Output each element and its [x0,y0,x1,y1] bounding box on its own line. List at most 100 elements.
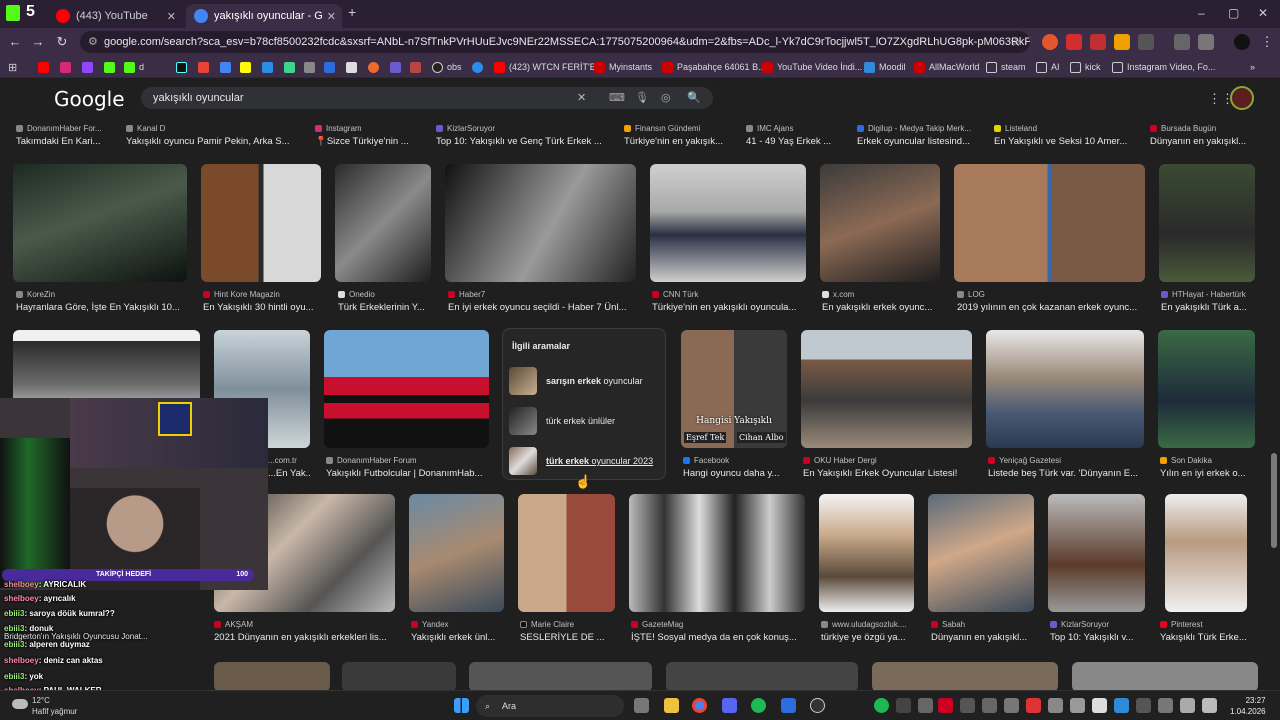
bookmark-folder-kick[interactable]: kick [1070,59,1101,75]
result-image[interactable] [409,494,504,612]
result-image[interactable] [1159,164,1255,282]
snapchat-bookmark-icon[interactable] [240,59,255,75]
result-title[interactable]: türkiye ye özgü ya... [821,632,915,643]
result-image[interactable] [928,494,1034,612]
tab-youtube[interactable]: (443) YouTube ✕ [48,4,182,28]
tray-icon[interactable] [1114,698,1129,713]
result-image[interactable] [872,662,1058,690]
tray-icon[interactable] [874,698,889,713]
result-title[interactable]: Dünyanın en yakışıkl... [931,632,1037,643]
weather-widget[interactable]: 12°C Hafif yağmur [32,695,77,717]
result-image[interactable] [469,662,652,690]
page-scrollbar[interactable] [1268,78,1280,690]
five-app-icon[interactable]: 5 [26,3,35,21]
youtube-bookmark-icon[interactable] [38,59,53,75]
minimize-button[interactable]: – [1198,6,1205,20]
bookmark-icon[interactable] [304,59,319,75]
result-title[interactable]: Top 10: Yakışıklı ve Genç Türk Erkek ... [436,136,612,147]
result-image[interactable] [650,164,806,282]
maximize-button[interactable]: ▢ [1228,6,1239,20]
result-title[interactable]: En yakışıklı erkek oyunc... [822,302,942,313]
result-image[interactable] [335,164,431,282]
keyboard-icon[interactable]: ⌨ [609,87,625,109]
bookmark-icon[interactable] [324,59,339,75]
volume-icon[interactable] [1202,698,1217,713]
bookmark-icon[interactable] [390,59,405,75]
taskbar-search[interactable]: ⌕ Ara [476,695,624,717]
related-search-item[interactable]: sarışın erkek oyuncular [509,365,661,399]
bookmark-folder-ai[interactable]: AI [1036,59,1060,75]
search-input[interactable]: yakışıklı oyuncular ✕ ⌨ 🎙 ◎ 🔍 [141,87,713,109]
result-title[interactable]: SESLERİYLE DE ... [520,632,616,643]
extension-icon[interactable] [1114,34,1130,50]
result-image[interactable] [820,164,940,282]
result-title[interactable]: En yakışıklı Türk a... [1161,302,1257,313]
tray-icon[interactable] [896,698,911,713]
bookmark-star-icon[interactable]: ☆ [1007,33,1025,51]
result-title[interactable]: 📍Sizce Türkiye'nin ... [315,136,427,147]
result-image[interactable] [518,494,615,612]
close-window-button[interactable]: ✕ [1258,6,1268,20]
result-image[interactable] [13,164,187,282]
profile-icon[interactable] [1234,34,1250,50]
discord-icon[interactable] [722,698,737,713]
windows-start-icon[interactable] [454,698,469,713]
bookmark-youtube-downloader[interactable]: YouTube Video İndi... [762,59,862,75]
bookmark-d[interactable]: d [124,59,144,75]
close-tab-icon[interactable]: ✕ [327,10,336,23]
result-image[interactable] [324,330,489,448]
cloud-bookmark-icon[interactable] [262,59,277,75]
account-avatar[interactable] [1230,86,1254,110]
scrollbar-thumb[interactable] [1271,453,1277,548]
network-icon[interactable] [1180,698,1195,713]
app-icon[interactable] [781,698,796,713]
tray-icon[interactable] [1158,698,1173,713]
result-title[interactable]: Dünyanın en yakışıkl... [1150,136,1260,147]
result-title[interactable]: 2019 yılının en çok kazanan erkek oyunc.… [957,302,1145,313]
result-title[interactable]: En Yakışıklı ve Seksi 10 Amer... [994,136,1136,147]
result-title[interactable]: ...En Yak... [268,468,310,479]
tray-icon[interactable] [960,698,975,713]
result-title[interactable]: Listede beş Türk var. 'Dünyanın E... [988,468,1144,479]
twitch-bookmark-icon[interactable] [82,59,97,75]
tray-icon[interactable] [1004,698,1019,713]
result-title[interactable]: İŞTE! Sosyal medya da en çok konuş... [631,632,807,643]
menu-dots-icon[interactable]: ⋮ [1258,33,1276,51]
new-tab-button[interactable]: + [348,4,356,20]
result-title[interactable]: 2021 Dünyanın en yakışıklı erkekleri lis… [214,632,394,643]
result-image[interactable] [1072,662,1258,690]
extension-icon[interactable] [1042,34,1058,50]
obs-icon[interactable] [810,698,825,713]
kick-bookmark-icon[interactable] [104,59,119,75]
result-image[interactable]: Hangisi Yakışıklı Eşref Tek Cihan Albo [681,330,787,448]
bookmark-pasabahce[interactable]: Paşabahçe 64061 B... [662,59,766,75]
bookmark-folder-steam[interactable]: steam [986,59,1026,75]
tray-icon[interactable] [1092,698,1107,713]
extensions-puzzle-icon[interactable] [1138,34,1154,50]
result-image[interactable] [819,494,914,612]
result-title[interactable]: Yakışıklı Futbolcular | DonanımHab... [326,468,490,479]
bookmark-icon[interactable] [284,59,299,75]
result-image[interactable] [666,662,858,690]
close-tab-icon[interactable]: ✕ [167,10,176,23]
voice-search-icon[interactable]: 🎙 [635,87,649,109]
result-title[interactable]: Yılın en iyi erkek o... [1160,468,1256,479]
result-title[interactable]: Hangi oyuncu daha y... [683,468,789,479]
tray-icon[interactable] [938,698,953,713]
tray-icon[interactable] [1048,698,1063,713]
bookmark-icon[interactable] [220,59,235,75]
kick-app-icon[interactable] [6,5,20,21]
result-image[interactable] [1158,330,1255,448]
result-image[interactable] [986,330,1144,448]
tray-icon[interactable] [918,698,933,713]
result-title[interactable]: Takımdaki En Kari... [16,136,116,147]
result-image[interactable] [214,662,330,690]
bookmark-icon[interactable] [368,59,383,75]
extension-icon[interactable] [1090,34,1106,50]
result-image[interactable] [342,662,456,690]
forward-icon[interactable]: → [29,33,47,51]
result-image[interactable] [954,164,1145,282]
file-explorer-icon[interactable] [664,698,679,713]
clear-search-icon[interactable]: ✕ [577,87,586,109]
tray-icon[interactable] [1136,698,1151,713]
